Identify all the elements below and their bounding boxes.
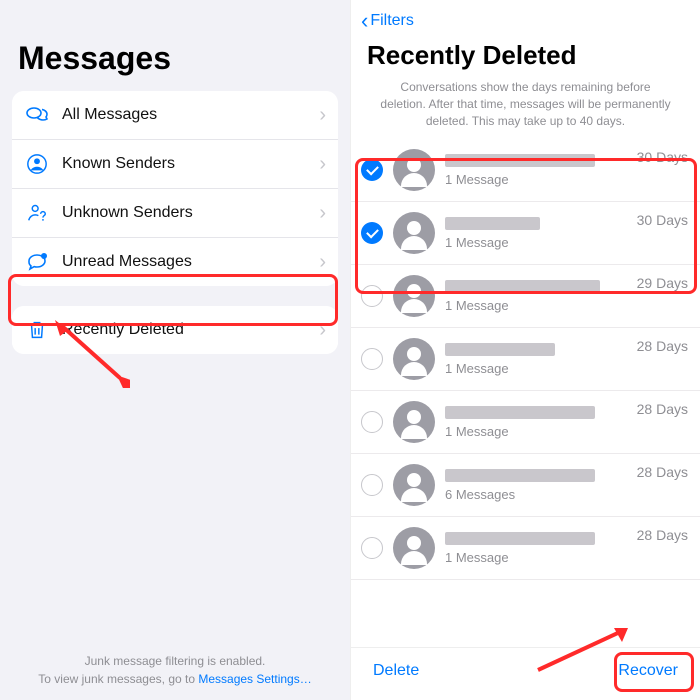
days-remaining: 30 Days bbox=[637, 149, 688, 165]
conversation-text: 1 Message bbox=[445, 154, 631, 187]
filter-unknown-senders[interactable]: Unknown Senders › bbox=[12, 188, 338, 237]
avatar bbox=[393, 149, 435, 191]
selection-checkbox[interactable] bbox=[361, 285, 383, 307]
filter-all-messages[interactable]: All Messages › bbox=[12, 91, 338, 139]
footer-note: Junk message filtering is enabled. To vi… bbox=[0, 652, 350, 688]
conversation-list: 1 Message30 Days1 Message30 Days1 Messag… bbox=[351, 139, 700, 647]
days-remaining: 30 Days bbox=[637, 212, 688, 228]
trash-icon bbox=[24, 317, 50, 343]
filters-group: All Messages › Known Senders › Unknow bbox=[12, 91, 338, 286]
conversation-text: 1 Message bbox=[445, 280, 631, 313]
chevron-right-icon: › bbox=[319, 251, 326, 274]
message-count: 1 Message bbox=[445, 550, 631, 565]
conversation-row[interactable]: 1 Message 28 Days bbox=[351, 391, 700, 454]
avatar bbox=[393, 401, 435, 443]
message-count: 1 Message bbox=[445, 424, 631, 439]
avatar bbox=[393, 338, 435, 380]
selection-checkbox[interactable] bbox=[361, 474, 383, 496]
days-remaining: 28 Days bbox=[637, 401, 688, 417]
messages-filters-pane: Messages All Messages › Known Senders › bbox=[0, 0, 350, 700]
message-count: 1 Message bbox=[445, 172, 631, 187]
chevron-right-icon: › bbox=[319, 153, 326, 176]
recover-button[interactable]: Recover bbox=[618, 662, 678, 680]
footer-text: Junk message filtering is enabled. bbox=[85, 654, 266, 668]
filter-label: Unread Messages bbox=[62, 253, 319, 271]
selection-checkbox[interactable] bbox=[361, 537, 383, 559]
selection-checkbox[interactable] bbox=[361, 348, 383, 370]
chat-bubbles-icon bbox=[24, 102, 50, 128]
delete-button[interactable]: Delete bbox=[373, 662, 419, 680]
avatar bbox=[393, 527, 435, 569]
conversation-row[interactable]: 1 Message 30 Days bbox=[351, 139, 700, 202]
filter-label: Known Senders bbox=[62, 155, 319, 173]
selection-checkbox[interactable] bbox=[361, 159, 383, 181]
chevron-right-icon: › bbox=[319, 319, 326, 342]
contact-name-redacted bbox=[445, 469, 595, 482]
conversation-row[interactable]: 1 Message 29 Days bbox=[351, 265, 700, 328]
contact-name-redacted bbox=[445, 217, 540, 230]
messages-settings-link[interactable]: Messages Settings… bbox=[198, 672, 311, 686]
bottom-toolbar: Delete Recover bbox=[351, 647, 700, 700]
nav-back-label: Filters bbox=[370, 12, 414, 30]
conversation-row[interactable]: 1 Message 28 Days bbox=[351, 517, 700, 580]
days-remaining: 28 Days bbox=[637, 338, 688, 354]
footer-text: To view junk messages, go to bbox=[38, 672, 198, 686]
filter-known-senders[interactable]: Known Senders › bbox=[12, 139, 338, 188]
conversation-row[interactable]: 6 Messages 28 Days bbox=[351, 454, 700, 517]
filter-label: Unknown Senders bbox=[62, 204, 319, 222]
conversation-text: 1 Message bbox=[445, 343, 631, 376]
conversation-text: 1 Message bbox=[445, 406, 631, 439]
days-remaining: 28 Days bbox=[637, 527, 688, 543]
recently-deleted-group: Recently Deleted › bbox=[12, 306, 338, 354]
conversation-text: 1 Message bbox=[445, 217, 631, 250]
avatar bbox=[393, 464, 435, 506]
filter-recently-deleted[interactable]: Recently Deleted › bbox=[12, 306, 338, 354]
conversation-row[interactable]: 1 Message 28 Days bbox=[351, 328, 700, 391]
avatar bbox=[393, 212, 435, 254]
selection-checkbox[interactable] bbox=[361, 411, 383, 433]
selection-checkbox[interactable] bbox=[361, 222, 383, 244]
contact-name-redacted bbox=[445, 280, 600, 293]
chevron-right-icon: › bbox=[319, 202, 326, 225]
contact-name-redacted bbox=[445, 532, 595, 545]
filter-label: All Messages bbox=[62, 106, 319, 124]
days-remaining: 28 Days bbox=[637, 464, 688, 480]
nav-back-filters[interactable]: ‹ Filters bbox=[351, 0, 700, 38]
conversation-text: 1 Message bbox=[445, 532, 631, 565]
person-circle-icon bbox=[24, 151, 50, 177]
info-note: Conversations show the days remaining be… bbox=[351, 79, 700, 139]
conversation-row[interactable]: 1 Message 30 Days bbox=[351, 202, 700, 265]
chat-dot-icon bbox=[24, 249, 50, 275]
filter-unread-messages[interactable]: Unread Messages › bbox=[12, 237, 338, 286]
chevron-left-icon: ‹ bbox=[361, 10, 368, 32]
recently-deleted-pane: ‹ Filters Recently Deleted Conversations… bbox=[350, 0, 700, 700]
chevron-right-icon: › bbox=[319, 104, 326, 127]
message-count: 1 Message bbox=[445, 361, 631, 376]
message-count: 1 Message bbox=[445, 298, 631, 313]
page-title: Messages bbox=[0, 40, 350, 91]
contact-name-redacted bbox=[445, 406, 595, 419]
message-count: 6 Messages bbox=[445, 487, 631, 502]
filter-label: Recently Deleted bbox=[62, 321, 319, 339]
person-question-icon bbox=[24, 200, 50, 226]
contact-name-redacted bbox=[445, 154, 595, 167]
contact-name-redacted bbox=[445, 343, 555, 356]
avatar bbox=[393, 275, 435, 317]
conversation-text: 6 Messages bbox=[445, 469, 631, 502]
days-remaining: 29 Days bbox=[637, 275, 688, 291]
page-title: Recently Deleted bbox=[351, 38, 700, 79]
message-count: 1 Message bbox=[445, 235, 631, 250]
